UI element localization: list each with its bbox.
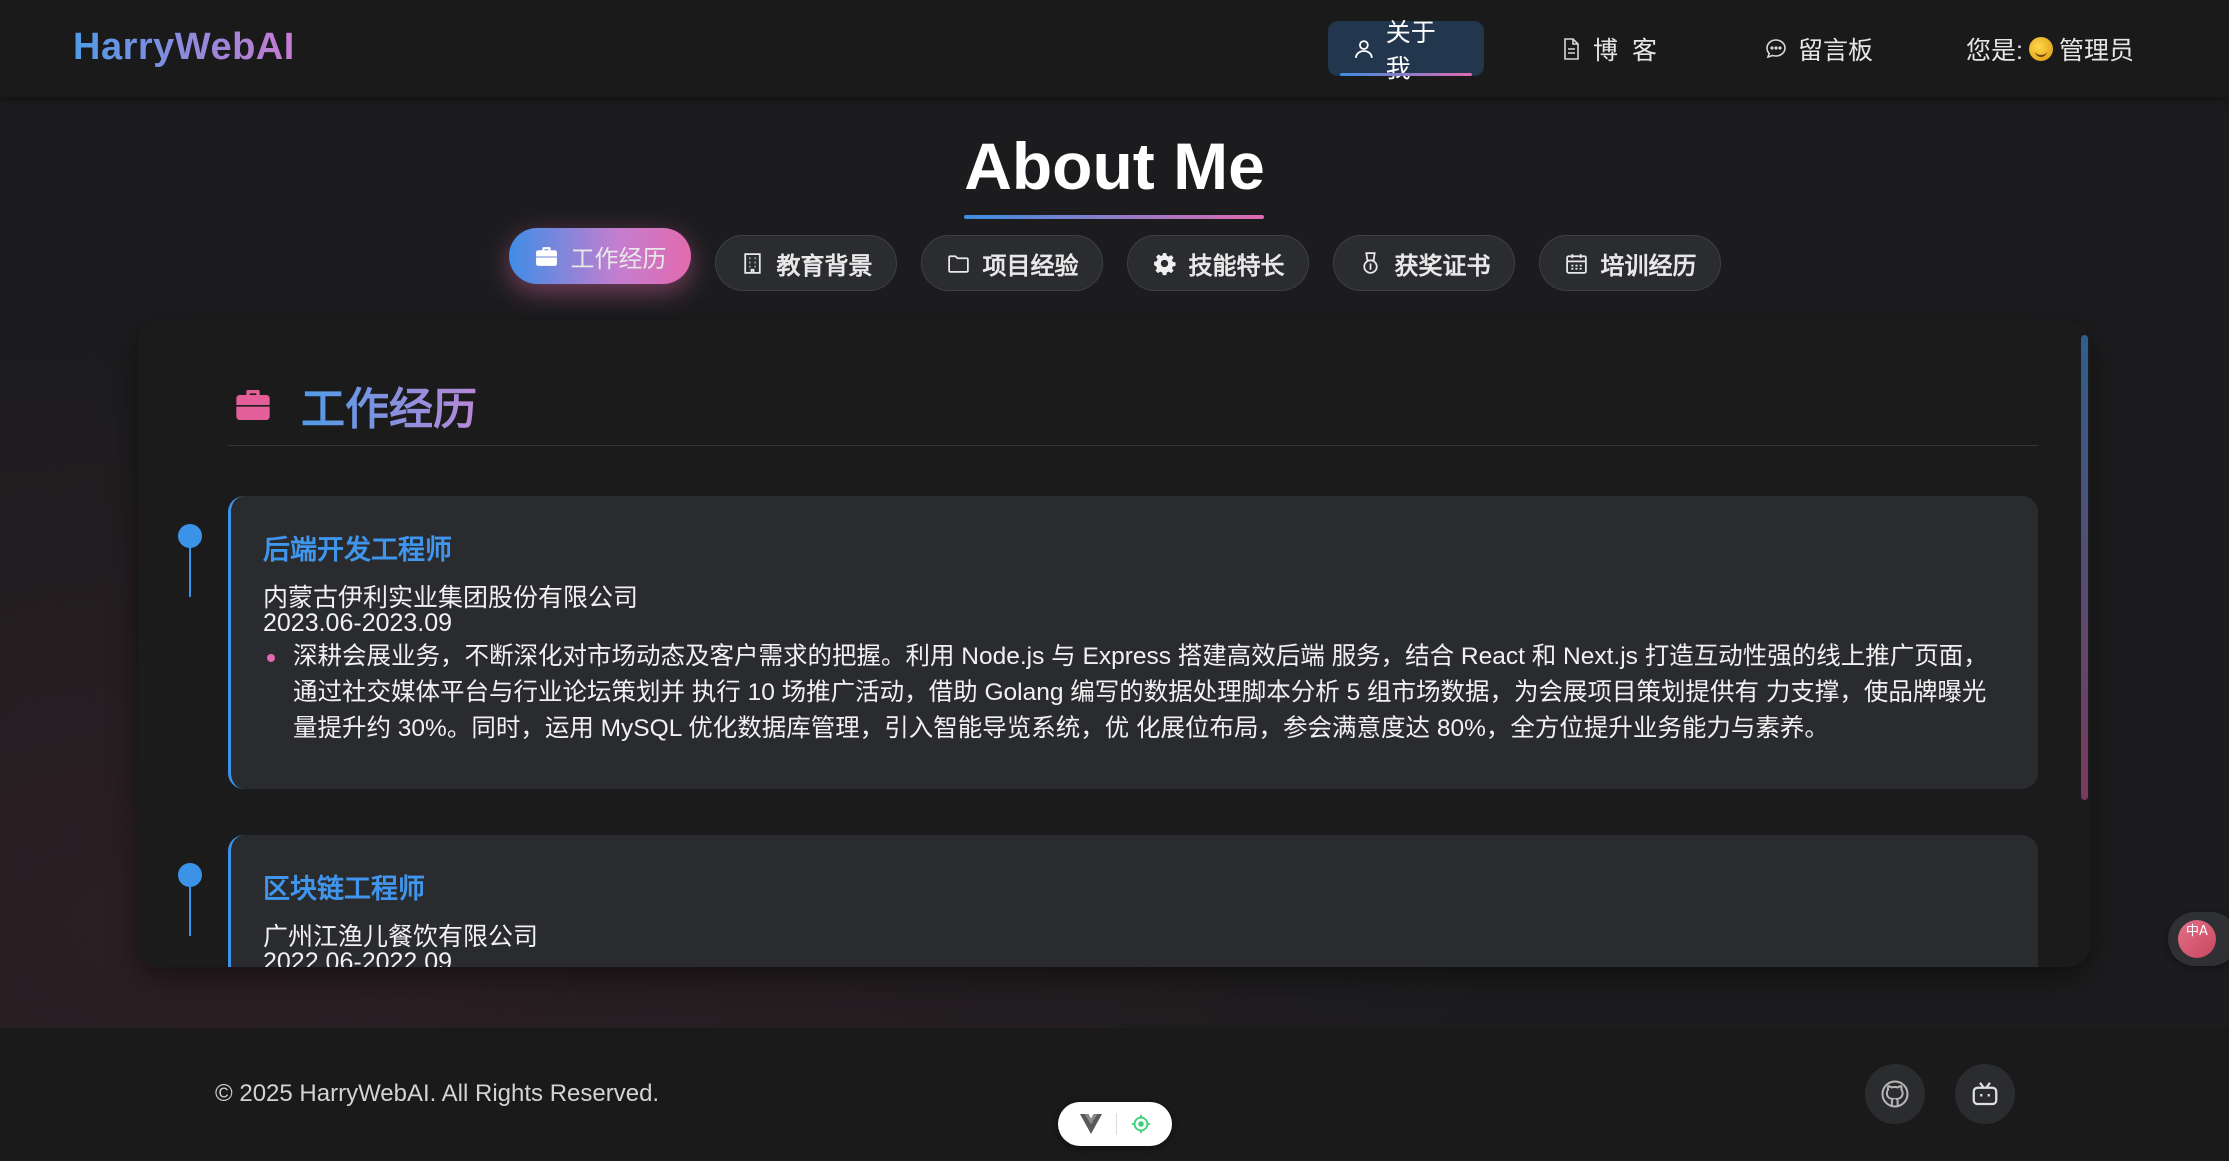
- panel-scrollbar[interactable]: [2081, 335, 2088, 800]
- folder-icon: [947, 254, 969, 273]
- section-title: 工作经历: [301, 373, 477, 437]
- user-prefix: 您是:: [1966, 36, 2023, 65]
- tab-label: 教育背景: [776, 252, 873, 280]
- tab-projects[interactable]: 项目经验: [921, 235, 1103, 291]
- bilibili-icon: [1972, 1082, 1998, 1106]
- tab-skills[interactable]: 技能特长: [1127, 235, 1309, 291]
- divider: [1115, 1113, 1117, 1135]
- nav-blog[interactable]: 博客: [1535, 21, 1695, 76]
- document-icon: [1564, 37, 1579, 60]
- tab-label: 工作经历: [570, 245, 667, 273]
- section-divider: [228, 445, 2038, 446]
- nav-message-board-label: 留言板: [1798, 36, 1874, 65]
- tab-label: 技能特长: [1188, 252, 1285, 280]
- github-button[interactable]: [1865, 1064, 1925, 1124]
- translate-icon: 中A: [2178, 920, 2216, 958]
- translate-button[interactable]: 中A: [2168, 912, 2229, 966]
- tab-label: 培训经历: [1600, 252, 1697, 280]
- work-experience-panel[interactable]: 工作经历 后端开发工程师 内蒙古伊利实业集团股份有限公司 2023.06-202…: [138, 321, 2090, 967]
- building-icon: [743, 252, 761, 274]
- bilibili-button[interactable]: [1955, 1064, 2015, 1124]
- devtools-toolbar[interactable]: [1058, 1102, 1172, 1146]
- github-icon: [1881, 1080, 1909, 1108]
- experience-card: 后端开发工程师 内蒙古伊利实业集团股份有限公司 2023.06-2023.09 …: [228, 496, 2038, 789]
- employment-period: 2022.06-2022.09: [263, 948, 453, 967]
- top-navbar: HarryWebAI 关于我 博客 留言板 您是: 管理员: [0, 0, 2229, 97]
- page-title: About Me: [964, 129, 1265, 203]
- tab-work-experience[interactable]: 工作经历: [509, 228, 691, 284]
- tab-awards[interactable]: 获奖证书: [1333, 235, 1515, 291]
- user-role: 管理员: [2058, 36, 2134, 65]
- medal-icon: [1362, 251, 1378, 274]
- gear-icon: [1153, 252, 1176, 275]
- job-description: 深耕会展业务，不断深化对市场动态及客户需求的把握。利用 Node.js 与 Ex…: [293, 643, 1988, 742]
- timeline-line: [189, 545, 191, 597]
- nav-about-label: 关于我: [1385, 18, 1436, 83]
- tab-label: 项目经验: [982, 252, 1079, 280]
- tab-label: 获奖证书: [1394, 252, 1491, 280]
- section-header: 工作经历: [233, 373, 477, 437]
- avatar-emoji-icon: [2028, 36, 2053, 61]
- nav-blog-label: 博客: [1593, 36, 1672, 65]
- timeline-line: [189, 884, 191, 936]
- vue-logo-icon[interactable]: [1079, 1113, 1103, 1135]
- employment-period: 2023.06-2023.09: [263, 609, 453, 637]
- user-menu[interactable]: 您是: 管理员: [1942, 21, 2158, 76]
- user-icon: [1355, 39, 1373, 58]
- title-underline: [964, 215, 1264, 219]
- nav-message-board[interactable]: 留言板: [1740, 21, 1897, 76]
- crosshair-icon[interactable]: [1130, 1113, 1152, 1135]
- tab-education[interactable]: 教育背景: [715, 235, 897, 291]
- experience-card: 区块链工程师 广州江渔儿餐饮有限公司 2022.06-2022.09: [228, 835, 2038, 967]
- nav-about-me[interactable]: 关于我: [1328, 19, 1484, 83]
- brand-logo[interactable]: HarryWebAI: [73, 26, 295, 69]
- job-title: 后端开发工程师: [263, 535, 452, 565]
- copyright-text: © 2025 HarryWebAI. All Rights Reserved.: [215, 1080, 660, 1107]
- calendar-icon: [1565, 253, 1587, 274]
- briefcase-icon: [535, 246, 557, 266]
- tab-training[interactable]: 培训经历: [1539, 235, 1721, 291]
- chat-bubble-icon: [1766, 38, 1786, 58]
- bullet-dot: [267, 654, 275, 662]
- briefcase-icon: [236, 390, 270, 420]
- job-title: 区块链工程师: [263, 874, 425, 904]
